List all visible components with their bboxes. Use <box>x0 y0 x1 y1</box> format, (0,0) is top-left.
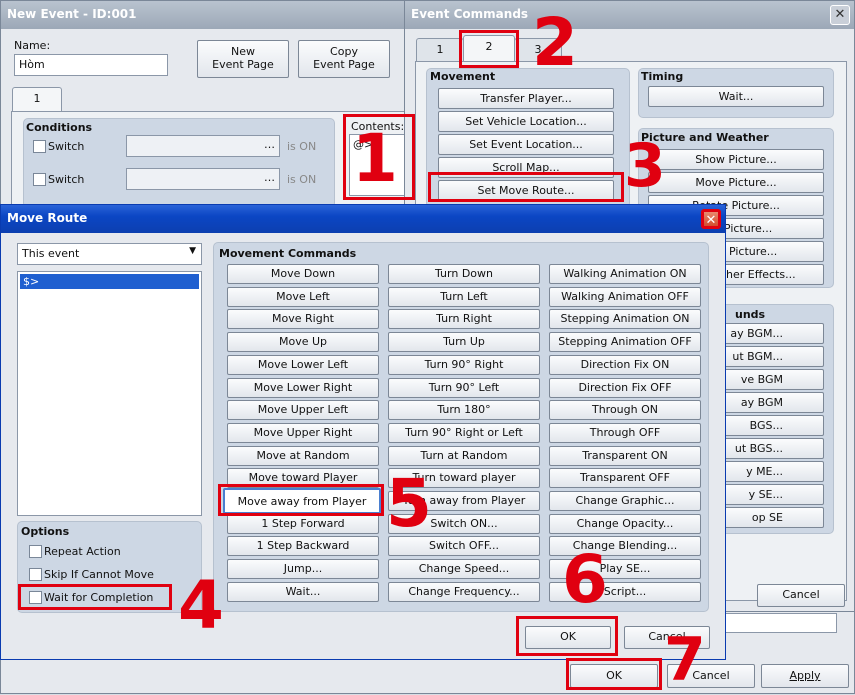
copy-event-page-button[interactable]: Copy Event Page <box>298 40 390 78</box>
ec-tab-1[interactable]: 1 <box>416 38 464 62</box>
move-command-button[interactable]: Turn at Random <box>388 445 540 466</box>
annotation-box-6 <box>516 616 618 656</box>
move-command-button[interactable]: Turn 180° <box>388 400 540 421</box>
repeat-action-label: Repeat Action <box>44 545 121 558</box>
switch2-checkbox[interactable] <box>33 173 46 186</box>
move-command-button[interactable]: Move at Random <box>227 445 379 466</box>
page-tab-1[interactable]: 1 <box>12 87 62 114</box>
annotation-number-1: 1 <box>352 120 398 197</box>
move-command-button[interactable]: Jump... <box>227 559 379 580</box>
move-command-button[interactable]: Change Opacity... <box>549 513 701 534</box>
move-command-button[interactable]: Direction Fix OFF <box>549 377 701 398</box>
switch2-label: Switch <box>48 173 85 186</box>
annotation-number-2: 2 <box>532 4 578 81</box>
chevron-down-icon: ▼ <box>189 246 196 256</box>
move-command-button[interactable]: Transparent OFF <box>549 468 701 489</box>
switch1-is-on: is ON <box>287 140 317 153</box>
ec-cancel-button[interactable]: Cancel <box>757 584 845 607</box>
move-command-button[interactable]: Move Down <box>227 264 379 284</box>
move-command-button[interactable]: Through OFF <box>549 422 701 443</box>
move-command-button[interactable]: Turn 90° Right or Left <box>388 422 540 443</box>
move-command-button[interactable]: Direction Fix ON <box>549 354 701 375</box>
move-command-button[interactable]: Turn Right <box>388 309 540 330</box>
move-route-titlebar: Move Route <box>1 205 725 233</box>
move-command-button[interactable]: Turn Left <box>388 286 540 307</box>
timing-title: Timing <box>641 70 684 83</box>
move-command-button[interactable]: 1 Step Backward <box>227 536 379 557</box>
skip-cannot-move-checkbox[interactable] <box>29 568 42 581</box>
target-select[interactable]: This event ▼ <box>17 243 202 265</box>
event-commands-titlebar: Event Commands <box>405 1 854 29</box>
route-list[interactable]: $> <box>17 271 202 516</box>
move-command-button[interactable]: 1 Step Forward <box>227 513 379 534</box>
move-command-button[interactable]: Move Right <box>227 309 379 330</box>
move-command-button[interactable]: Move Lower Right <box>227 377 379 398</box>
ec-picture-button[interactable]: Move Picture... <box>648 172 824 193</box>
move-route-close-icon[interactable]: ✕ <box>701 209 721 229</box>
sound-title: unds <box>735 308 766 321</box>
ec-movement-button[interactable]: Transfer Player... <box>438 88 614 109</box>
wait-button[interactable]: Wait... <box>648 86 824 107</box>
annotation-box-2 <box>459 30 519 68</box>
annotation-number-7: 7 <box>664 625 706 695</box>
switch2-is-on: is ON <box>287 173 317 186</box>
move-command-button[interactable]: Change Speed... <box>388 559 540 580</box>
move-command-button[interactable]: Change Graphic... <box>549 491 701 511</box>
move-command-button[interactable]: Wait... <box>227 581 379 602</box>
note-field[interactable] <box>717 613 837 633</box>
annotation-box-7 <box>566 658 662 690</box>
options-title: Options <box>21 525 70 538</box>
event-commands-title: Event Commands <box>411 7 529 21</box>
move-command-button[interactable]: Walking Animation ON <box>549 264 701 284</box>
move-command-button[interactable]: Walking Animation OFF <box>549 286 701 307</box>
switch1-field[interactable]: … <box>126 135 280 157</box>
ec-picture-button[interactable]: Show Picture... <box>648 149 824 170</box>
skip-cannot-move-label: Skip If Cannot Move <box>44 568 154 581</box>
annotation-number-6: 6 <box>562 541 608 618</box>
move-command-button[interactable]: Turn 90° Right <box>388 354 540 375</box>
new-event-title: New Event - ID:001 <box>7 7 137 21</box>
event-apply-button[interactable]: Apply <box>761 664 849 688</box>
route-list-item[interactable]: $> <box>20 274 199 289</box>
move-command-button[interactable]: Turn 90° Left <box>388 377 540 398</box>
target-select-value: This event <box>22 247 80 260</box>
annotation-box-5 <box>218 484 384 516</box>
switch1-checkbox[interactable] <box>33 140 46 153</box>
new-event-page-button[interactable]: New Event Page <box>197 40 289 78</box>
switch2-field[interactable]: … <box>126 168 280 190</box>
event-commands-close-icon[interactable]: ✕ <box>830 5 850 25</box>
movement-commands-title: Movement Commands <box>219 247 357 260</box>
move-command-button[interactable]: Change Frequency... <box>388 581 540 602</box>
annotation-number-5: 5 <box>386 465 432 542</box>
move-command-button[interactable]: Move Left <box>227 286 379 307</box>
ec-movement-button[interactable]: Set Vehicle Location... <box>438 111 614 132</box>
move-command-button[interactable]: Transparent ON <box>549 445 701 466</box>
name-value: Hòm <box>19 58 45 71</box>
move-command-button[interactable]: Turn Down <box>388 264 540 284</box>
annotation-number-3: 3 <box>624 131 666 201</box>
movement-title: Movement <box>430 70 496 83</box>
name-field[interactable]: Hòm <box>14 54 168 76</box>
move-command-button[interactable]: Through ON <box>549 400 701 421</box>
annotation-number-4: 4 <box>178 567 224 644</box>
move-command-button[interactable]: Move Up <box>227 332 379 353</box>
repeat-action-checkbox[interactable] <box>29 545 42 558</box>
ellipsis-icon: … <box>264 138 275 151</box>
name-label: Name: <box>14 39 51 52</box>
route-item-text: $> <box>23 275 40 288</box>
move-command-button[interactable]: Move Upper Left <box>227 400 379 421</box>
move-command-button[interactable]: Move Lower Left <box>227 354 379 375</box>
move-command-button[interactable]: Stepping Animation OFF <box>549 332 701 353</box>
move-route-title: Move Route <box>7 211 88 225</box>
move-command-button[interactable]: Turn Up <box>388 332 540 353</box>
conditions-title: Conditions <box>26 121 93 134</box>
move-command-button[interactable]: Stepping Animation ON <box>549 309 701 330</box>
switch1-label: Switch <box>48 140 85 153</box>
ec-movement-button[interactable]: Set Event Location... <box>438 134 614 155</box>
annotation-box-4 <box>18 584 172 610</box>
ellipsis-icon: … <box>264 171 275 184</box>
annotation-box-3 <box>428 172 624 202</box>
move-command-button[interactable]: Move Upper Right <box>227 422 379 443</box>
